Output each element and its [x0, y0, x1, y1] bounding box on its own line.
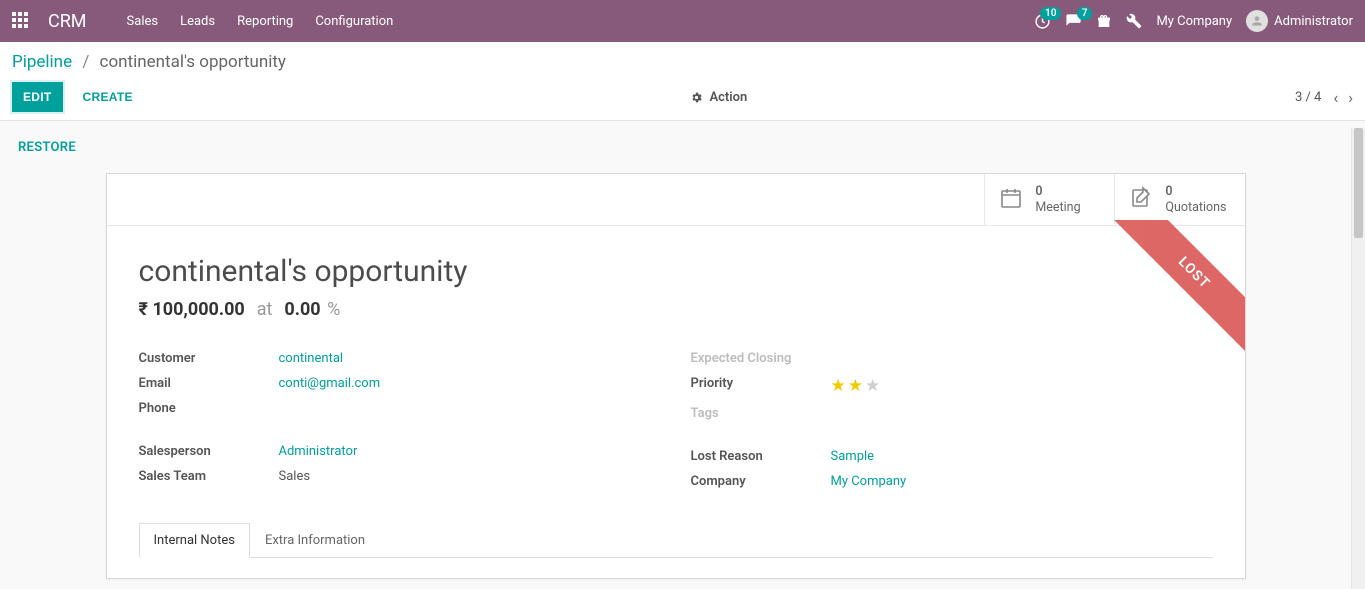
quotations-stat-button[interactable]: 0 Quotations — [1114, 174, 1244, 225]
edit-note-icon — [1129, 186, 1153, 214]
main-nav: Sales Leads Reporting Configuration — [127, 14, 1035, 29]
tab-internal-notes[interactable]: Internal Notes — [139, 523, 250, 558]
email-label: Email — [139, 376, 279, 391]
create-button[interactable]: CREATE — [73, 82, 143, 112]
salesteam-label: Sales Team — [139, 469, 279, 484]
gift-icon[interactable] — [1096, 13, 1112, 29]
star-empty-icon[interactable]: ★ — [865, 376, 880, 396]
fields-grid: Customer continental Email conti@gmail.c… — [139, 346, 1213, 494]
star-filled-icon[interactable]: ★ — [831, 376, 846, 396]
breadcrumb-current: continental's opportunity — [100, 52, 286, 72]
salesteam-value: Sales — [279, 469, 311, 484]
form-scroll-area: RESTORE 0 Meeting 0 Quotations — [0, 128, 1351, 589]
control-panel: Pipeline / continental's opportunity EDI… — [0, 42, 1365, 121]
nav-leads[interactable]: Leads — [180, 14, 215, 29]
salesperson-label: Salesperson — [139, 444, 279, 459]
stat-buttons: 0 Meeting 0 Quotations — [107, 174, 1245, 226]
pager-next-icon[interactable]: › — [1348, 88, 1353, 107]
breadcrumb-separator: / — [82, 52, 89, 72]
phone-label: Phone — [139, 401, 279, 416]
avatar-icon — [1246, 10, 1268, 32]
meeting-stat-button[interactable]: 0 Meeting — [984, 174, 1114, 225]
meeting-count: 0 — [1035, 184, 1080, 200]
scroll-thumb[interactable] — [1354, 128, 1363, 238]
nav-sales[interactable]: Sales — [127, 14, 159, 29]
expected-closing-label: Expected Closing — [691, 351, 831, 366]
probability-value: 0.00 — [284, 299, 320, 320]
user-name: Administrator — [1274, 14, 1353, 29]
tabs: Internal Notes Extra Information — [139, 522, 1213, 558]
messages-badge: 7 — [1077, 7, 1093, 20]
pager-text: 3 / 4 — [1295, 90, 1321, 105]
amount-at: at — [257, 299, 273, 320]
action-menu[interactable]: Action — [143, 90, 1295, 105]
messages-icon[interactable]: 7 — [1065, 13, 1082, 30]
tags-label: Tags — [691, 406, 831, 421]
customer-value[interactable]: continental — [279, 351, 344, 366]
email-value[interactable]: conti@gmail.com — [279, 376, 381, 391]
gear-icon — [690, 91, 703, 104]
meeting-label: Meeting — [1035, 200, 1080, 216]
quotations-label: Quotations — [1165, 200, 1226, 216]
amount-value: 100,000.00 — [152, 299, 244, 320]
lost-reason-value[interactable]: Sample — [831, 449, 875, 464]
tab-extra-information[interactable]: Extra Information — [250, 523, 380, 558]
company-label: Company — [691, 474, 831, 489]
company-switch[interactable]: My Company — [1156, 14, 1232, 29]
customer-label: Customer — [139, 351, 279, 366]
nav-configuration[interactable]: Configuration — [315, 14, 393, 29]
amount-line: ₹ 100,000.00 at 0.00 % — [139, 299, 1213, 320]
window-scrollbar[interactable]: ▲ — [1351, 128, 1365, 589]
star-filled-icon[interactable]: ★ — [848, 376, 863, 396]
lost-reason-label: Lost Reason — [691, 449, 831, 464]
currency-symbol: ₹ — [139, 299, 148, 320]
settings-icon[interactable] — [1126, 13, 1142, 29]
activities-badge: 10 — [1040, 7, 1061, 20]
priority-stars[interactable]: ★★★ — [831, 376, 881, 396]
right-nav: 10 7 My Company Administrator — [1034, 10, 1353, 32]
topbar: CRM Sales Leads Reporting Configuration … — [0, 0, 1365, 42]
apps-icon[interactable] — [12, 12, 30, 30]
calendar-icon — [999, 186, 1023, 214]
activities-icon[interactable]: 10 — [1034, 13, 1051, 30]
app-name[interactable]: CRM — [48, 11, 87, 32]
restore-button[interactable]: RESTORE — [18, 140, 76, 155]
quotations-count: 0 — [1165, 184, 1226, 200]
salesperson-value[interactable]: Administrator — [279, 444, 358, 459]
percent-symbol: % — [327, 299, 340, 320]
breadcrumb: Pipeline / continental's opportunity — [12, 52, 1353, 72]
pager-prev-icon[interactable]: ‹ — [1333, 88, 1338, 107]
user-menu[interactable]: Administrator — [1246, 10, 1353, 32]
nav-reporting[interactable]: Reporting — [237, 14, 293, 29]
action-label: Action — [709, 90, 747, 105]
company-value[interactable]: My Company — [831, 474, 907, 489]
pager: 3 / 4 ‹ › — [1295, 88, 1353, 107]
form-sheet: 0 Meeting 0 Quotations LOST continental'… — [106, 173, 1246, 579]
breadcrumb-root[interactable]: Pipeline — [12, 52, 72, 72]
edit-button[interactable]: EDIT — [12, 82, 63, 112]
priority-label: Priority — [691, 376, 831, 396]
record-title: continental's opportunity — [139, 254, 1213, 289]
